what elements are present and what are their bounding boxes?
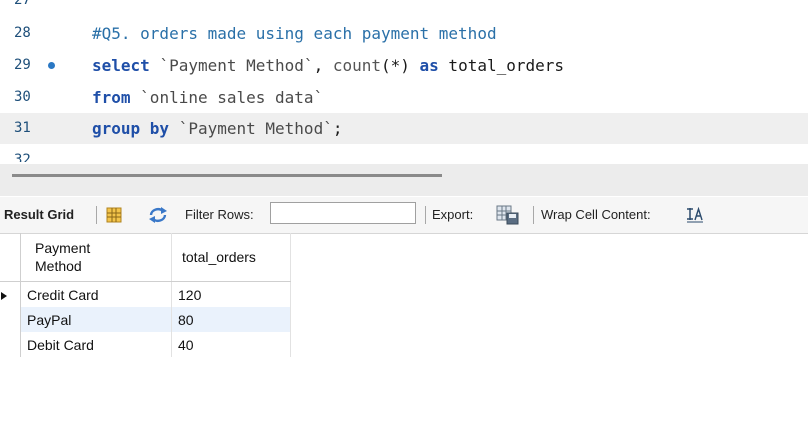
table-cell[interactable]: PayPal <box>20 307 172 332</box>
filter-rows-label: Filter Rows: <box>185 207 254 222</box>
line-number: 32 <box>14 152 31 162</box>
sql-code: select `Payment Method`, count(*) as tot… <box>92 56 565 75</box>
table-cell[interactable]: 80 <box>171 307 291 332</box>
sql-code: group by `Payment Method`; <box>92 119 343 138</box>
line-number: 31 <box>14 120 31 136</box>
table-cell[interactable]: 40 <box>171 332 291 357</box>
table-row[interactable]: Debit Card 40 <box>0 332 291 357</box>
row-selector[interactable] <box>0 281 21 307</box>
sql-editor[interactable]: 27 28 #Q5. orders made using each paymen… <box>0 0 808 162</box>
grid-header-row: Payment Method total_orders <box>0 233 291 282</box>
filter-rows-input[interactable] <box>270 202 416 224</box>
row-selector[interactable] <box>0 332 21 357</box>
toolbar-divider <box>533 206 534 224</box>
wrap-cell-content-label: Wrap Cell Content: <box>541 207 651 222</box>
result-grid[interactable]: Payment Method total_orders Credit Card … <box>0 233 291 357</box>
row-header-gutter <box>0 233 21 282</box>
line-number: 27 <box>14 0 31 8</box>
refresh-icon[interactable] <box>147 206 169 227</box>
editor-line: 30 from `online sales data` <box>0 82 808 113</box>
sql-comment: #Q5. orders made using each payment meth… <box>92 24 497 43</box>
line-number: 30 <box>14 89 31 105</box>
panel-splitter[interactable] <box>0 164 808 196</box>
editor-line: 29 select `Payment Method`, count(*) as … <box>0 50 808 81</box>
toolbar-divider <box>96 206 97 224</box>
line-number: 29 <box>14 57 31 73</box>
editor-line-current: 31 group by `Payment Method`; <box>0 113 808 144</box>
table-row[interactable]: Credit Card 120 <box>0 281 291 307</box>
table-cell[interactable]: 120 <box>171 281 291 307</box>
table-row[interactable]: PayPal 80 <box>0 307 291 332</box>
statement-marker-icon <box>48 62 55 69</box>
table-cell[interactable]: Credit Card <box>20 281 172 307</box>
editor-line: 32 <box>0 145 808 162</box>
column-header-total-orders[interactable]: total_orders <box>171 233 291 282</box>
line-number: 28 <box>14 25 31 41</box>
row-selector[interactable] <box>0 307 21 332</box>
horizontal-scrollbar[interactable] <box>12 174 442 177</box>
grid-view-icon[interactable] <box>105 206 123 227</box>
column-header-payment-method[interactable]: Payment Method <box>20 233 172 282</box>
export-label: Export: <box>432 207 474 222</box>
export-icon[interactable] <box>496 205 520 228</box>
wrap-text-icon[interactable] <box>686 206 704 226</box>
result-grid-tab[interactable]: Result Grid <box>4 197 74 233</box>
editor-line: 27 <box>0 0 808 16</box>
table-cell[interactable]: Debit Card <box>20 332 172 357</box>
current-row-arrow-icon <box>1 291 7 300</box>
sql-code: from `online sales data` <box>92 88 324 107</box>
editor-line: 28 #Q5. orders made using each payment m… <box>0 18 808 49</box>
toolbar-divider <box>425 206 426 224</box>
result-toolbar: Result Grid Filter Rows: Export: Wrap Ce… <box>0 197 808 234</box>
